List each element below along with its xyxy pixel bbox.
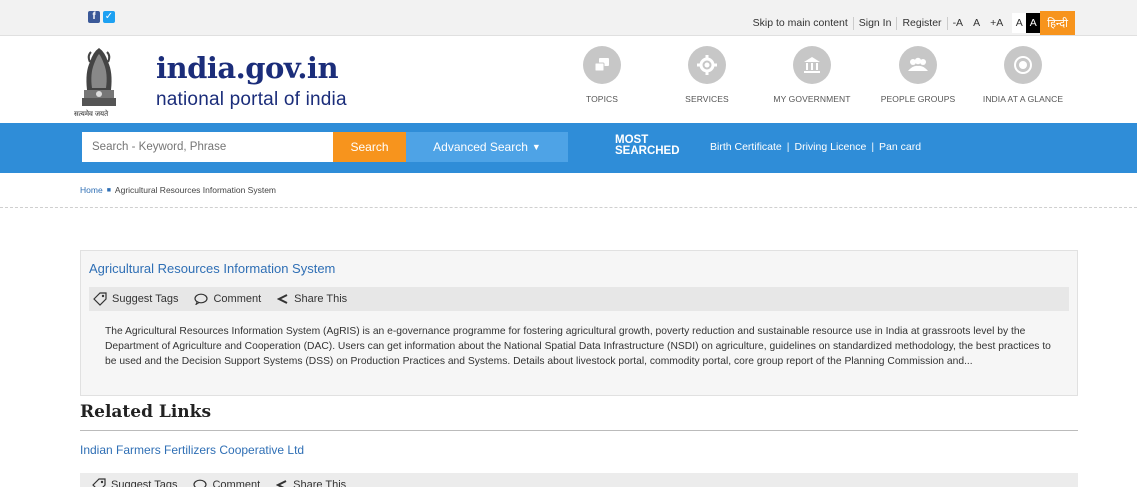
topics-icon xyxy=(583,46,621,84)
suggest-tags-button[interactable]: Suggest Tags xyxy=(93,292,178,306)
national-emblem-icon[interactable] xyxy=(78,42,120,112)
facebook-icon[interactable]: f xyxy=(88,11,100,23)
nav-topics[interactable]: TOPICS xyxy=(547,46,657,104)
separator: | xyxy=(871,141,875,153)
share-button[interactable]: Share This xyxy=(276,479,346,487)
register-link[interactable]: Register xyxy=(897,16,948,30)
most-searched-heading: MOST SEARCHED xyxy=(615,134,680,157)
comment-label: Comment xyxy=(212,479,261,487)
most-searched-link[interactable]: Pan card xyxy=(879,141,921,153)
breadcrumb: Home ■ Agricultural Resources Informatio… xyxy=(80,185,276,196)
nav-people-groups[interactable]: PEOPLE GROUPS xyxy=(863,46,973,104)
nav-label: PEOPLE GROUPS xyxy=(880,94,956,104)
tag-icon xyxy=(93,292,107,306)
nav-services[interactable]: SERVICES xyxy=(652,46,762,104)
comment-label: Comment xyxy=(213,293,262,305)
contrast-light-button[interactable]: A xyxy=(1012,13,1027,33)
article-card: Agricultural Resources Information Syste… xyxy=(80,250,1078,396)
tag-icon xyxy=(92,478,106,487)
people-icon xyxy=(899,46,937,84)
social-links: f ✓ xyxy=(88,11,115,23)
related-links-heading: Related Links xyxy=(80,402,212,422)
breadcrumb-separator-icon: ■ xyxy=(106,187,111,194)
search-button[interactable]: Search xyxy=(333,132,406,162)
article-body: The Agricultural Resources Information S… xyxy=(105,326,1051,368)
related-link-title[interactable]: Indian Farmers Fertilizers Cooperative L… xyxy=(80,443,304,457)
divider xyxy=(0,207,1137,208)
accessibility-links: Skip to main content Sign In Register -A… xyxy=(748,11,1075,35)
most-searched-link[interactable]: Birth Certificate xyxy=(710,141,782,153)
glance-icon xyxy=(1004,46,1042,84)
share-button[interactable]: Share This xyxy=(277,293,347,305)
contrast-dark-button[interactable]: A xyxy=(1026,13,1041,33)
suggest-tags-label: Suggest Tags xyxy=(112,293,179,305)
comment-button[interactable]: Comment xyxy=(193,479,260,487)
font-decrease-button[interactable]: -A xyxy=(948,17,969,30)
nav-label: INDIA AT A GLANCE xyxy=(982,94,1064,104)
article-title[interactable]: Agricultural Resources Information Syste… xyxy=(89,261,335,276)
nav-label: TOPICS xyxy=(585,94,619,104)
nav-my-government[interactable]: MY GOVERNMENT xyxy=(757,46,867,104)
site-subtitle: national portal of india xyxy=(156,89,347,110)
nav-label: SERVICES xyxy=(685,94,729,104)
most-searched-line2: SEARCHED xyxy=(615,145,680,157)
font-increase-button[interactable]: +A xyxy=(985,17,1008,30)
caret-down-icon: ▼ xyxy=(531,142,541,152)
suggest-tags-label: Suggest Tags xyxy=(111,479,178,487)
share-icon xyxy=(277,294,288,304)
sign-in-link[interactable]: Sign In xyxy=(854,16,898,30)
comment-icon xyxy=(194,293,209,305)
comment-icon xyxy=(193,479,208,487)
site-title[interactable]: india.gov.in xyxy=(156,51,339,85)
advanced-search-button[interactable]: Advanced Search ▼ xyxy=(406,132,568,162)
share-label: Share This xyxy=(293,479,347,487)
suggest-tags-button[interactable]: Suggest Tags xyxy=(92,478,177,487)
hindi-language-button[interactable]: हिन्दी xyxy=(1040,11,1075,35)
services-icon xyxy=(688,46,726,84)
breadcrumb-home[interactable]: Home xyxy=(80,185,103,196)
most-searched-link[interactable]: Driving Licence xyxy=(795,141,867,153)
search-input[interactable] xyxy=(82,132,334,162)
article-toolbar: Suggest Tags Comment Share This xyxy=(89,287,1069,311)
divider xyxy=(80,430,1078,431)
most-searched-links: Birth Certificate | Driving Licence | Pa… xyxy=(710,141,921,153)
share-label: Share This xyxy=(294,293,348,305)
government-icon xyxy=(793,46,831,84)
related-toolbar: Suggest Tags Comment Share This xyxy=(80,473,1078,487)
separator: | xyxy=(786,141,790,153)
advanced-search-label: Advanced Search xyxy=(433,140,528,154)
nav-label: MY GOVERNMENT xyxy=(773,94,851,104)
nav-india-at-a-glance[interactable]: INDIA AT A GLANCE xyxy=(968,46,1078,104)
site-header: सत्यमेव जयते india.gov.in national porta… xyxy=(0,36,1137,123)
twitter-icon[interactable]: ✓ xyxy=(103,11,115,23)
breadcrumb-current: Agricultural Resources Information Syste… xyxy=(114,185,277,195)
top-utility-bar: f ✓ Skip to main content Sign In Registe… xyxy=(0,0,1137,36)
emblem-caption: सत्यमेव जयते xyxy=(74,111,109,118)
share-icon xyxy=(276,480,287,487)
font-normal-button[interactable]: A xyxy=(968,17,985,30)
skip-to-content-link[interactable]: Skip to main content xyxy=(748,16,854,30)
search-bar: Search Advanced Search ▼ MOST SEARCHED B… xyxy=(0,123,1137,173)
comment-button[interactable]: Comment xyxy=(194,293,261,305)
